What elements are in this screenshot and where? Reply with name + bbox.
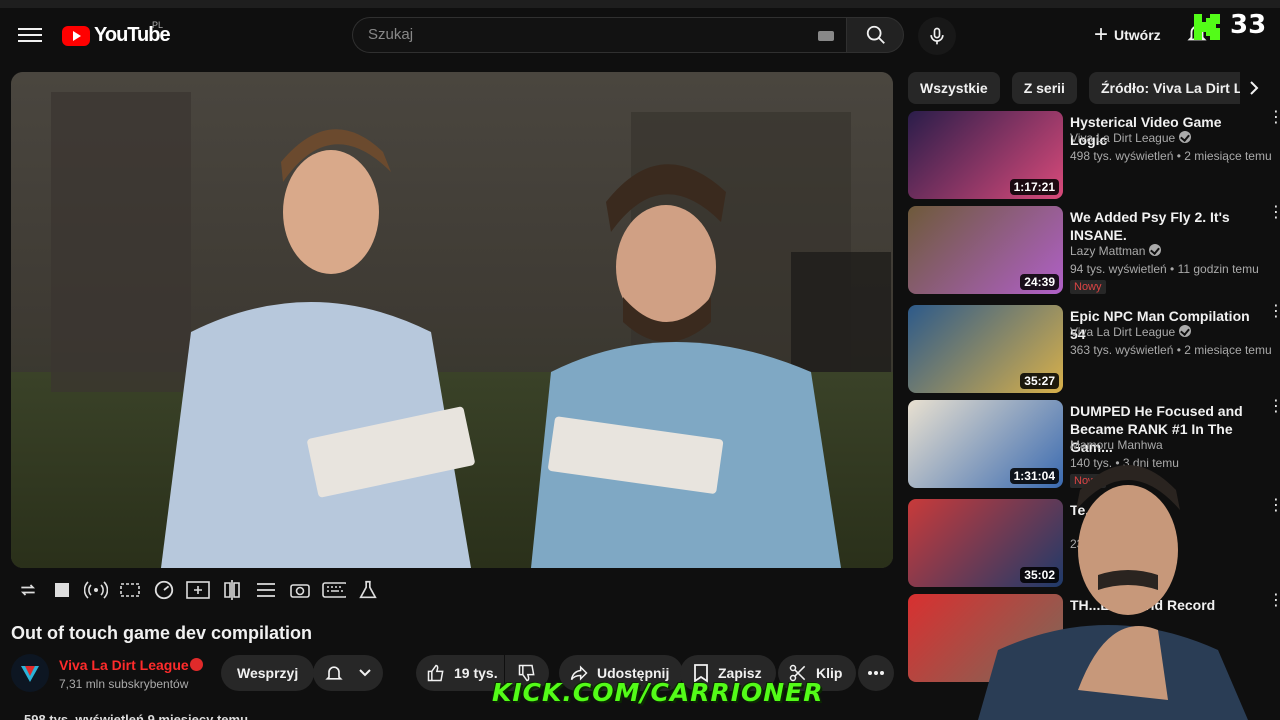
frame-icon[interactable] [118, 578, 142, 602]
more-vertical-icon[interactable]: ⋮ [1268, 498, 1280, 514]
recommendation-channel-row[interactable]: Viva La Dirt League [1070, 131, 1192, 145]
more-vertical-icon[interactable]: ⋮ [1268, 593, 1280, 609]
kick-logo-icon [1194, 14, 1220, 40]
chevron-down-icon [359, 669, 371, 677]
mic-icon [930, 27, 944, 45]
verified-icon [1149, 244, 1162, 256]
search-input[interactable] [368, 26, 798, 43]
recommendation-stats: 498 tys. wyświetleń • 2 miesiące temu [1070, 149, 1272, 163]
loop-icon[interactable] [16, 578, 40, 602]
search-icon [866, 25, 885, 44]
recommendation-channel: Viva La Dirt League [1070, 131, 1176, 145]
overlay-counter: 33 [1230, 10, 1267, 40]
add-icon[interactable] [186, 578, 210, 602]
video-thumbnail[interactable]: 35:27 [908, 305, 1063, 393]
more-vertical-icon[interactable]: ⋮ [1268, 110, 1280, 126]
filter-chips: Wszystkie Z serii Źródło: Viva La Dirt Lea… [908, 70, 1240, 104]
voice-search-button[interactable] [918, 17, 956, 55]
recommendation-channel: Lazy Mattman [1070, 244, 1146, 258]
speed-icon[interactable] [152, 578, 176, 602]
video-title: Out of touch game dev compilation [11, 623, 313, 643]
verified-icon [1179, 325, 1192, 337]
like-button[interactable]: 19 tys. [416, 655, 504, 691]
upload-age: 11 godzin temu [1177, 262, 1259, 276]
player-controls [16, 578, 380, 602]
recommendation-channel-row[interactable]: Viva La Dirt League [1070, 325, 1192, 339]
recommendation-stats: 94 tys. wyświetleń • 11 godzin temu [1070, 262, 1259, 276]
video-player[interactable] [11, 72, 893, 568]
video-thumbnail[interactable]: 24:39 [908, 206, 1063, 294]
channel-name[interactable]: Viva La Dirt League [59, 657, 189, 673]
rows-icon[interactable] [254, 578, 278, 602]
upload-age: 2 miesiące temu [1184, 149, 1272, 163]
support-label: Wesprzyj [237, 665, 299, 681]
filter-chip[interactable]: Wszystkie [908, 72, 1000, 104]
search-box[interactable] [352, 17, 846, 53]
filter-chip[interactable]: Z serii [1011, 72, 1077, 104]
create-label: Utwórz [1114, 27, 1161, 43]
broadcast-icon[interactable] [84, 578, 108, 602]
recommendation-item[interactable]: 24:39 We Added Psy Fly 2. It's INSANE. Laz… [908, 205, 1280, 296]
top-bar: YouTube PL + Utwórz 33 [0, 0, 1280, 70]
verified-icon [1179, 131, 1192, 143]
upload-age: 2 miesiące temu [1184, 343, 1272, 357]
more-vertical-icon[interactable]: ⋮ [1268, 205, 1280, 221]
chevron-right-icon[interactable] [1244, 78, 1264, 98]
recommendation-channel-row[interactable]: Lazy Mattman [1070, 244, 1162, 258]
browser-strip [0, 0, 1280, 8]
recommendation-channel: Viva La Dirt League [1070, 325, 1176, 339]
more-horizontal-icon [868, 671, 884, 675]
subscriber-count: 7,31 mln subskrybentów [59, 677, 189, 691]
subscription-bell-button[interactable] [313, 655, 383, 691]
kick-overlay-banner: KICK.COM/CARRIONER [492, 678, 824, 707]
video-frame [11, 72, 893, 568]
recommendation-title[interactable]: We Added Psy Fly 2. It's INSANE. [1070, 208, 1260, 244]
recommendation-stats: 363 tys. wyświetleń • 2 miesiące temu [1070, 343, 1272, 357]
keyboard-icon[interactable] [818, 31, 834, 41]
recommendation-item[interactable]: 1:17:21 Hysterical Video Game Logic Viva L… [908, 110, 1280, 201]
duration-badge: 1:17:21 [1009, 179, 1059, 195]
search-button[interactable] [846, 17, 904, 53]
view-count: 363 tys. wyświetleń [1070, 343, 1174, 357]
camera-icon[interactable] [288, 578, 312, 602]
more-actions-button[interactable] [858, 655, 894, 691]
stop-icon[interactable] [50, 578, 74, 602]
recommendation-item[interactable]: 35:27 Epic NPC Man Compilation 54 Viva La … [908, 304, 1280, 395]
flask-icon[interactable] [356, 578, 380, 602]
country-code: PL [152, 20, 164, 30]
thumbs-up-icon [427, 664, 444, 682]
plus-icon: + [1094, 21, 1109, 48]
channel-avatar[interactable] [11, 654, 49, 692]
duration-badge: 35:27 [1020, 373, 1059, 389]
bell-icon [325, 666, 343, 680]
new-badge: Nowy [1070, 280, 1106, 294]
view-count: 498 tys. wyświetleń [1070, 149, 1174, 163]
create-button[interactable]: + Utwórz [1082, 18, 1173, 52]
menu-icon[interactable] [18, 24, 42, 48]
filter-chip[interactable]: Źródło: Viva La Dirt League [1088, 72, 1240, 104]
more-vertical-icon[interactable]: ⋮ [1268, 399, 1280, 415]
streamer-webcam [958, 440, 1258, 720]
video-thumbnail[interactable]: 1:17:21 [908, 111, 1063, 199]
support-button[interactable]: Wesprzyj [221, 655, 315, 691]
more-vertical-icon[interactable]: ⋮ [1268, 304, 1280, 320]
keyboard-icon[interactable] [322, 578, 346, 602]
duration-badge: 24:39 [1020, 274, 1059, 290]
youtube-play-icon [62, 25, 90, 46]
view-count: 94 tys. wyświetleń [1070, 262, 1167, 276]
description-peek[interactable]: 598 tys. wyświetleń 9 miesięcy temu [24, 712, 248, 720]
verified-icon [190, 658, 203, 671]
split-icon[interactable] [220, 578, 244, 602]
